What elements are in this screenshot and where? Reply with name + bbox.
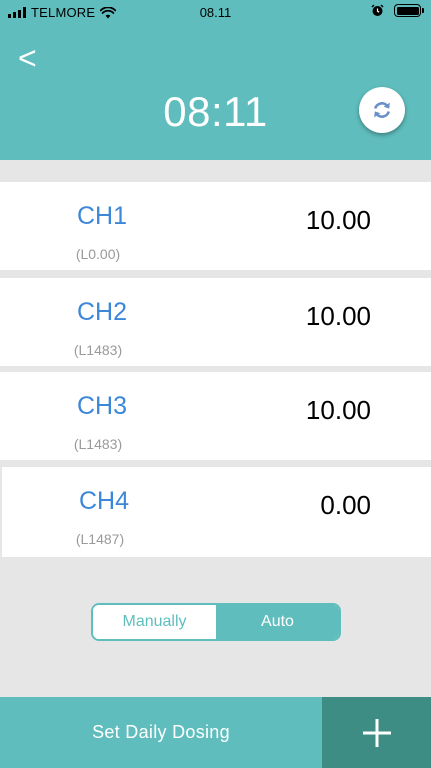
channel-value: 10.00: [305, 301, 371, 331]
channel-value: 10.00: [305, 395, 371, 425]
channel-value: 10.00: [305, 205, 371, 235]
mode-auto-button[interactable]: Auto: [216, 605, 339, 639]
mode-toggle: Manually Auto: [91, 603, 341, 641]
channel-card-ch3[interactable]: CH3 (L1483) 10.00: [0, 372, 431, 460]
channel-level: (L1483): [73, 436, 123, 452]
set-daily-dosing-button[interactable]: Set Daily Dosing: [0, 697, 322, 768]
refresh-button[interactable]: [359, 87, 405, 133]
add-button[interactable]: [322, 697, 431, 768]
channel-level: (L1487): [75, 531, 125, 547]
bottom-bar: Set Daily Dosing: [0, 697, 431, 768]
channel-value: 0.00: [320, 490, 371, 520]
channel-card-ch4[interactable]: CH4 (L1487) 0.00: [2, 467, 431, 557]
channel-card-ch2[interactable]: CH2 (L1483) 10.00: [0, 278, 431, 366]
channel-card-ch1[interactable]: CH1 (L0.00) 10.00: [0, 182, 431, 270]
status-bar: TELMORE 08.11: [0, 0, 431, 24]
header: TELMORE 08.11 < 08:11: [0, 0, 431, 160]
channel-level: (L0.00): [75, 246, 121, 262]
status-right: [371, 4, 424, 17]
refresh-icon: [373, 102, 391, 118]
channel-level: (L1483): [73, 342, 123, 358]
alarm-icon: [371, 4, 384, 16]
plus-icon: [362, 718, 391, 747]
battery-icon: [394, 4, 424, 17]
channel-name: CH2: [76, 298, 127, 326]
channel-name: CH4: [78, 487, 129, 515]
back-button[interactable]: <: [18, 40, 54, 76]
channel-name: CH3: [76, 392, 127, 420]
mode-manually-button[interactable]: Manually: [93, 605, 216, 639]
channel-name: CH1: [76, 202, 127, 230]
status-time: 08.11: [199, 5, 232, 20]
